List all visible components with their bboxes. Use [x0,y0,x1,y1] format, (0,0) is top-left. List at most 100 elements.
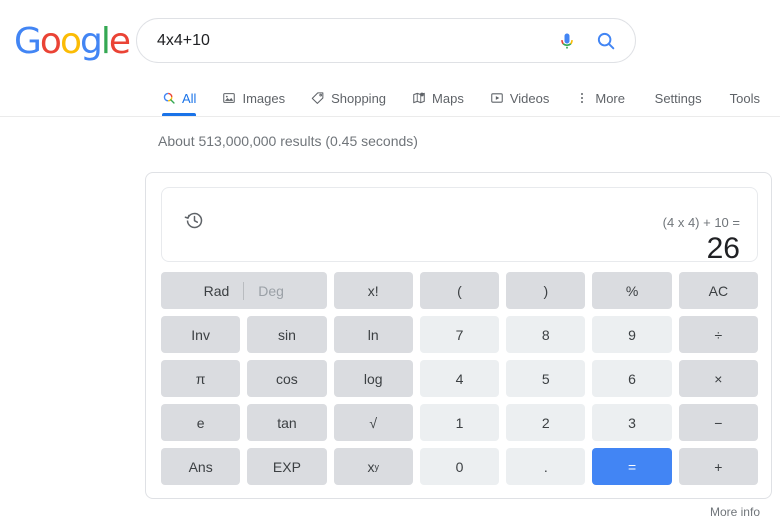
plus-key[interactable]: + [678,448,758,485]
calculator-expression: (4 x 4) + 10 = [662,215,740,230]
ln-key[interactable]: ln [333,316,413,353]
cos-key[interactable]: cos [247,360,327,397]
key-label: π [195,370,206,387]
kebab-menu-icon [575,91,589,105]
digit-1-key[interactable]: 1 [419,404,500,441]
key-label: 7 [455,326,464,343]
nav-tab-label: More [595,90,625,106]
digit-8-key[interactable]: 8 [506,316,586,353]
search-box[interactable]: 4x4+10 [136,18,636,63]
deg-mode-label[interactable]: Deg [244,283,284,299]
logo-letter-0: G [14,21,42,62]
tag-icon [311,91,325,105]
page-header: Google 4x4+10 [0,0,780,72]
key-label: 5 [541,370,550,387]
percent-key[interactable]: % [592,272,672,309]
nav-tab-images[interactable]: Images [209,80,298,116]
equals-key[interactable]: = [592,448,672,485]
calculator-display: (4 x 4) + 10 = 26 [161,187,758,265]
key-label: log [363,370,383,387]
tan-key[interactable]: tan [247,404,327,441]
calculator-widget: (4 x 4) + 10 = 26 Rad Deg x!()% AC Inv sin ln 7… [145,172,772,499]
key-label: 6 [628,370,636,387]
search-nav-bar: All Images Shopping Maps Videos More Settings… [0,80,780,117]
search-box-icons [557,30,635,52]
key-label: 8 [541,326,550,343]
log-key[interactable]: log [333,360,413,397]
multiply-key[interactable]: × [678,360,758,397]
nav-tab-label: All [182,90,197,106]
tools-button[interactable]: Tools [730,91,760,106]
exponent-key[interactable]: EXP [247,448,327,485]
more-info-link[interactable]: More info [710,505,760,519]
rad-deg-toggle[interactable]: Rad Deg [161,272,327,309]
factorial-key[interactable]: x! [333,272,413,309]
settings-button[interactable]: Settings [655,91,702,106]
key-label: + [714,458,723,475]
search-input[interactable]: 4x4+10 [137,32,557,50]
logo-letter-4: l [100,21,111,62]
all-clear-key[interactable]: AC [678,272,758,309]
divide-key[interactable]: ÷ [678,316,758,353]
key-label: 3 [628,414,636,431]
digit-4-key[interactable]: 4 [419,360,500,397]
key-label: EXP [272,458,301,475]
nav-right-actions: Settings Tools [655,80,760,116]
nav-tab-more[interactable]: More [562,80,638,116]
digit-7-key[interactable]: 7 [419,316,500,353]
key-label: AC [708,282,729,299]
power-base: x [367,458,375,475]
key-label: √ [369,414,378,431]
calculator-keypad: Rad Deg x! ()% AC Inv sin ln 7 8 9 ÷ π cos log 4 5 6 × e tan… [161,272,758,485]
results-count: About 513,000,000 results (0.45 seconds) [158,133,418,149]
key-label: − [714,414,723,431]
nav-tab-label: Shopping [331,90,387,106]
google-search-results-page: Google 4x4+10 All Images Shopping Maps V… [0,0,780,531]
nav-tab-all[interactable]: All [158,80,209,116]
nav-tab-label: Videos [509,90,550,106]
logo-letter-3: g [79,21,103,62]
search-icon[interactable] [595,30,617,52]
answer-key[interactable]: Ans [161,448,241,485]
key-label: . [543,458,548,475]
close-paren-key[interactable]: ) [506,272,586,309]
key-label: = [627,458,637,475]
power-key[interactable]: xy [333,448,413,485]
digit-5-key[interactable]: 5 [506,360,586,397]
video-icon [490,91,504,105]
sin-key[interactable]: sin [247,316,327,353]
map-pin-icon [412,91,426,105]
digit-3-key[interactable]: 3 [592,404,672,441]
nav-tab-maps[interactable]: Maps [399,80,477,116]
image-icon [222,91,236,105]
search-icon [162,91,176,105]
microphone-icon[interactable] [557,31,577,51]
key-label: Ans [188,458,213,475]
key-label: 2 [541,414,550,431]
minus-key[interactable]: − [678,404,758,441]
pi-key[interactable]: π [161,360,241,397]
nav-tab-shopping[interactable]: Shopping [298,80,399,116]
nav-tab-videos[interactable]: Videos [477,80,563,116]
key-label: 1 [455,414,464,431]
euler-key[interactable]: e [161,404,241,441]
inverse-key[interactable]: Inv [161,316,241,353]
google-logo[interactable]: Google [14,21,131,62]
digit-2-key[interactable]: 2 [506,404,586,441]
digit-6-key[interactable]: 6 [592,360,672,397]
rad-mode-label[interactable]: Rad [204,283,244,299]
digit-9-key[interactable]: 9 [592,316,672,353]
sqrt-key[interactable]: √ [333,404,413,441]
key-label: 4 [455,370,464,387]
digit-0-key[interactable]: 0 [419,448,500,485]
nav-tab-label: Maps [432,90,464,106]
key-label: e [196,414,205,431]
nav-tabs: All Images Shopping Maps Videos More [158,80,638,116]
open-paren-key[interactable]: ( [419,272,500,309]
key-label: ) [543,282,549,299]
key-label: cos [276,370,298,387]
history-icon[interactable] [184,210,205,236]
logo-letter-1: o [39,21,62,62]
decimal-point-key[interactable]: . [506,448,586,485]
logo-letter-2: o [59,21,82,62]
